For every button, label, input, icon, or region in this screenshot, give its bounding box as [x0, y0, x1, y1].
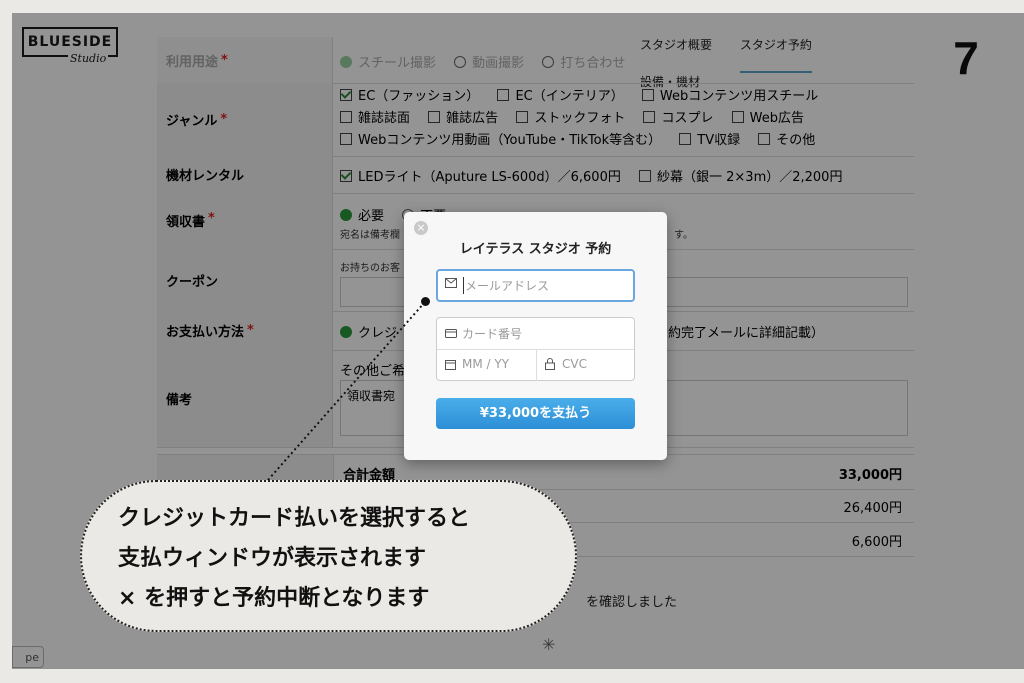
pointer-dot [421, 297, 430, 306]
callout-line-2: 支払ウィンドウが表示されます [118, 546, 427, 571]
callout-line-1: クレジットカード払いを選択すると [118, 506, 471, 531]
explanation-callout: クレジットカード払いを選択すると 支払ウィンドウが表示されます × を押すと予約… [80, 480, 577, 632]
callout-line-3: × を押すと予約中断となります [118, 586, 430, 611]
